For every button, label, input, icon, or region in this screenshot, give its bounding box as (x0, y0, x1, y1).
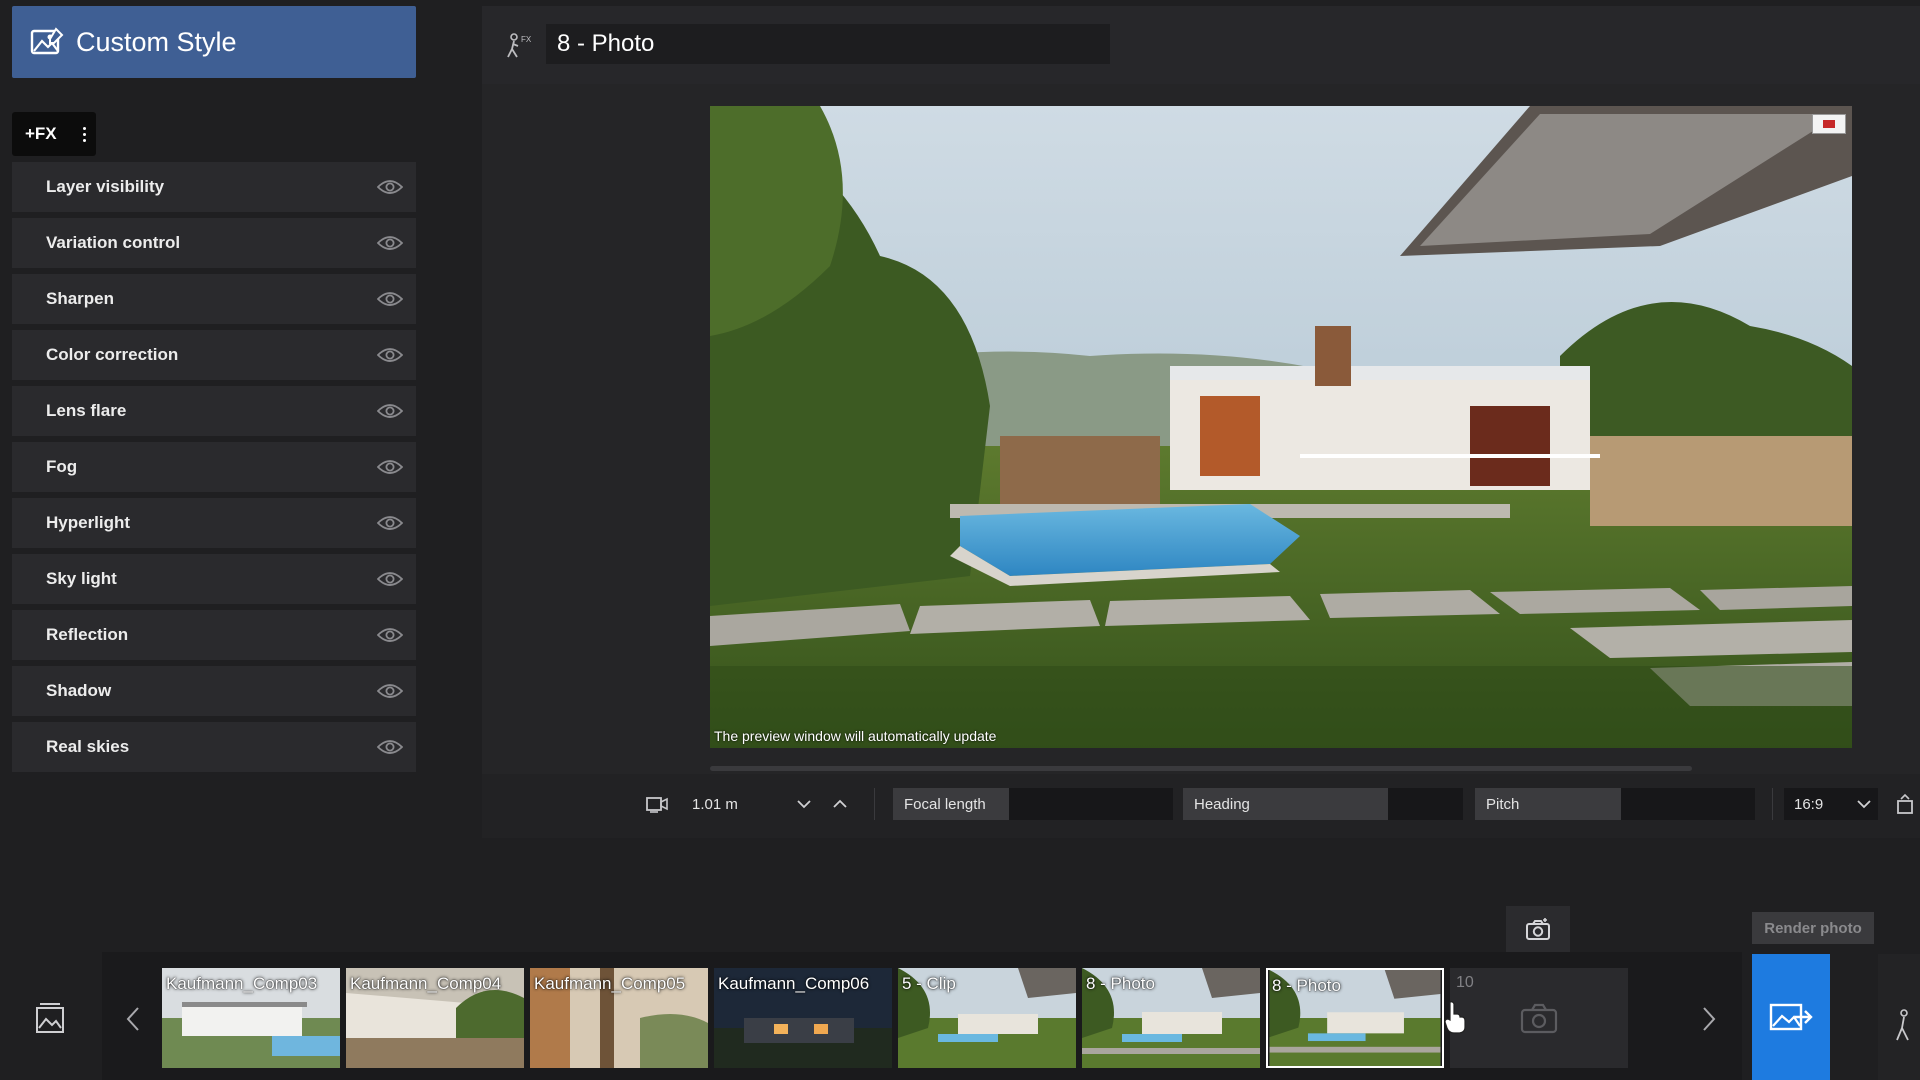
camera-height-icon (644, 788, 670, 820)
fx-item-lens-flare[interactable]: Lens flare (12, 386, 416, 436)
thumbnail-empty-slot[interactable]: 10 (1450, 968, 1628, 1068)
aspect-ratio-value: 16:9 (1794, 795, 1824, 813)
thumbnail-photo-8[interactable]: 8 - Photo (1082, 968, 1260, 1068)
render-photo-label: Render photo (1764, 919, 1862, 937)
chevron-down-icon (1857, 800, 1871, 809)
add-fx-label: +FX (25, 124, 57, 143)
thumbnail-label: Kaufmann_Comp06 (718, 974, 870, 993)
style-image-icon (30, 27, 64, 55)
side-panel-edge (1878, 954, 1920, 1080)
eye-icon[interactable] (376, 401, 404, 421)
eye-icon[interactable] (376, 233, 404, 253)
fx-item-label: Sharpen (46, 289, 115, 308)
thumbnail-label: 8 - Photo (1086, 974, 1155, 993)
fx-item-sky-light[interactable]: Sky light (12, 554, 416, 604)
pitch-fill: Pitch (1475, 788, 1621, 820)
eye-icon[interactable] (376, 457, 404, 477)
thumbnail-label: Kaufmann_Comp03 (166, 974, 318, 993)
thumbnail-label: 5 - Clip (902, 974, 956, 993)
focal-length-label: Focal length (904, 795, 986, 813)
aspect-ratio-select[interactable]: 16:9 (1784, 788, 1878, 820)
eye-icon[interactable] (376, 737, 404, 757)
fx-item-label: Lens flare (46, 401, 127, 420)
gallery-icon[interactable] (34, 1000, 66, 1036)
render-photo-tooltip: Render photo (1752, 912, 1874, 944)
eye-icon[interactable] (376, 625, 404, 645)
thumbnail-kaufmann-comp04[interactable]: Kaufmann_Comp04 (346, 968, 524, 1068)
camera-plus-icon (1526, 918, 1550, 940)
svg-text:FX: FX (521, 35, 532, 44)
style-header: Custom Style (12, 6, 416, 78)
eye-icon[interactable] (376, 513, 404, 533)
photo-name-input[interactable]: 8 - Photo (546, 24, 1110, 64)
thumbnail-kaufmann-comp06[interactable]: Kaufmann_Comp06 (714, 968, 892, 1068)
fx-item-label: Reflection (46, 625, 129, 644)
preview-scrollbar[interactable] (710, 766, 1692, 771)
camera-height-value: 1.01 m (692, 795, 738, 813)
fx-item-layer-visibility[interactable]: Layer visibility (12, 162, 416, 212)
walker-icon[interactable] (1892, 1008, 1916, 1048)
render-preview: The preview window will automatically up… (710, 106, 1852, 748)
slot-number: 10 (1456, 974, 1474, 991)
heading-slider[interactable]: Heading (1183, 788, 1463, 820)
fx-item-reflection[interactable]: Reflection (12, 610, 416, 660)
fx-walker-icon: FX (504, 32, 534, 60)
fx-item-fog[interactable]: Fog (12, 442, 416, 492)
thumbnail-kaufmann-comp05[interactable]: Kaufmann_Comp05 (530, 968, 708, 1068)
flag-badge-icon (1812, 114, 1846, 134)
focal-length-slider[interactable]: Focal length (893, 788, 1173, 820)
camera-height-input[interactable]: 1.01 m (690, 788, 800, 820)
fx-item-sharpen[interactable]: Sharpen (12, 274, 416, 324)
rotate-ratio-icon[interactable] (1892, 788, 1918, 820)
thumbnail-label: 8 - Photo (1272, 976, 1341, 995)
effects-list: Layer visibility Variation control Sharp… (12, 162, 416, 778)
fx-item-color-correction[interactable]: Color correction (12, 330, 416, 380)
divider (1772, 788, 1773, 820)
fx-item-shadow[interactable]: Shadow (12, 666, 416, 716)
pitch-label: Pitch (1486, 795, 1520, 813)
thumbnail-label: Kaufmann_Comp05 (534, 974, 686, 993)
preview-note: The preview window will automatically up… (714, 728, 997, 744)
thumbnail-kaufmann-comp03[interactable]: Kaufmann_Comp03 (162, 968, 340, 1068)
kebab-menu-icon[interactable] (83, 126, 86, 142)
thumbnail-photo-8-selected[interactable]: 8 - Photo (1266, 968, 1444, 1068)
take-snapshot-button[interactable] (1506, 906, 1570, 952)
heading-fill: Heading (1183, 788, 1388, 820)
fx-item-label: Color correction (46, 345, 179, 364)
fx-item-label: Shadow (46, 681, 112, 700)
eye-icon[interactable] (376, 177, 404, 197)
mouse-cursor-icon (1444, 1000, 1466, 1034)
camera-icon (1520, 1003, 1558, 1034)
add-fx-button[interactable]: +FX (12, 112, 96, 156)
heading-label: Heading (1194, 795, 1250, 813)
render-photo-button[interactable] (1752, 954, 1830, 1080)
fx-item-label: Sky light (46, 569, 117, 588)
fx-item-variation-control[interactable]: Variation control (12, 218, 416, 268)
focal-length-fill: Focal length (893, 788, 1009, 820)
fx-item-label: Variation control (46, 233, 181, 252)
chevron-up-icon[interactable] (828, 788, 852, 820)
preview-image (710, 106, 1852, 748)
eye-icon[interactable] (376, 289, 404, 309)
fx-item-hyperlight[interactable]: Hyperlight (12, 498, 416, 548)
eye-icon[interactable] (376, 345, 404, 365)
fx-item-real-skies[interactable]: Real skies (12, 722, 416, 772)
page-title: Custom Style (76, 26, 237, 57)
render-image-icon (1769, 1003, 1813, 1031)
chevron-right-icon[interactable] (1698, 1004, 1720, 1034)
chevron-left-icon[interactable] (122, 1004, 144, 1034)
fx-item-label: Layer visibility (46, 177, 165, 196)
photo-name: 8 - Photo (557, 30, 655, 57)
fx-item-label: Hyperlight (46, 513, 131, 532)
fx-item-label: Fog (46, 457, 78, 476)
chevron-down-icon[interactable] (792, 788, 816, 820)
thumbnail-clip[interactable]: 5 - Clip (898, 968, 1076, 1068)
divider (874, 788, 875, 820)
pitch-slider[interactable]: Pitch (1475, 788, 1755, 820)
eye-icon[interactable] (376, 681, 404, 701)
fx-item-label: Real skies (46, 737, 130, 756)
eye-icon[interactable] (376, 569, 404, 589)
thumbnail-label: Kaufmann_Comp04 (350, 974, 502, 993)
